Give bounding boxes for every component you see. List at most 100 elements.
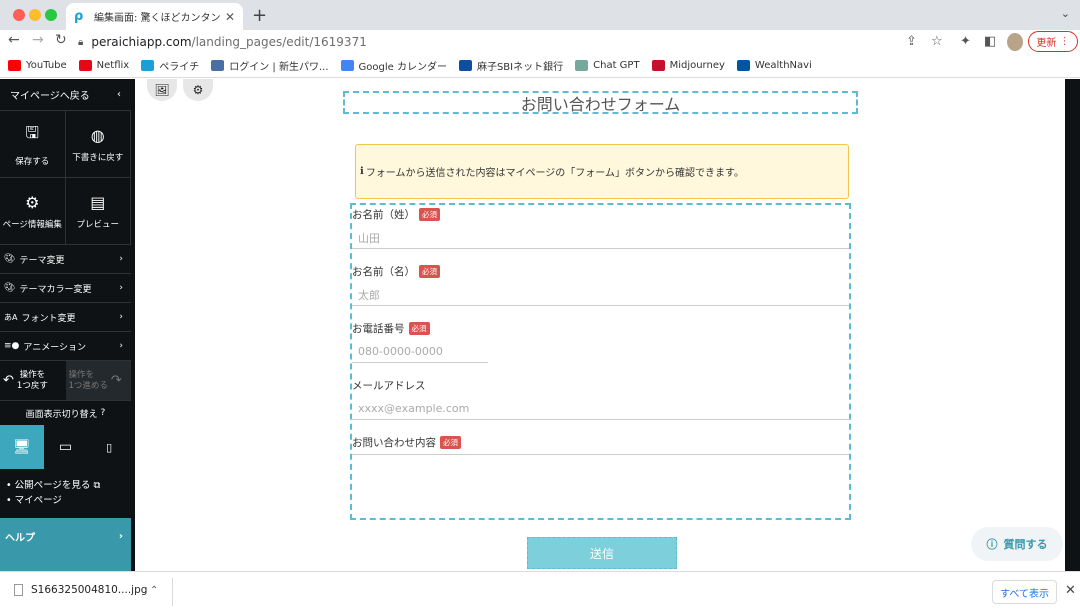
undo-label-2: 1つ戻す (16, 380, 48, 391)
form-title[interactable]: お問い合わせフォーム (343, 91, 858, 114)
last-name-field: お名前（姓） 必須 山田 (352, 207, 849, 249)
bookmark-item[interactable]: Chat GPT (575, 60, 640, 71)
mypage-link[interactable]: • マイページ (6, 493, 125, 508)
form-fields-block[interactable]: お名前（姓） 必須 山田 お名前（名） 必須 太郎 お電話番号 必須 080-0000… (350, 203, 851, 520)
tab-search-chevron-icon[interactable]: ⌄ (1061, 7, 1070, 20)
field-label: お問い合わせ内容 (352, 437, 436, 449)
chatgpt-icon (575, 60, 589, 71)
youtube-icon (8, 60, 21, 71)
bookmark-item[interactable]: Midjourney (651, 60, 725, 71)
extensions-puzzle-icon[interactable]: ✦ (960, 34, 971, 49)
display-switch-title: 画面表示切り替え ? (0, 401, 131, 425)
submit-button[interactable]: 送信 (527, 537, 677, 569)
address-bar[interactable]: 🔒︎ peraichiapp.com/landing_pages/edit/16… (78, 31, 950, 53)
back-arrow-icon[interactable]: ← (8, 32, 20, 48)
revert-draft-button[interactable]: ◍ 下書きに戻す (65, 111, 131, 178)
back-to-mypage-link[interactable]: マイページへ戻る ‹ (0, 79, 131, 111)
minimize-window-button[interactable] (29, 9, 41, 21)
bookmark-label: YouTube (26, 60, 67, 71)
menu-font-change[interactable]: あA フォント変更 › (0, 303, 131, 332)
font-icon: あA (4, 312, 18, 322)
last-name-input[interactable]: 山田 (352, 227, 849, 249)
gear-icon: ⚙ (192, 83, 204, 97)
calendar-icon (340, 60, 354, 71)
browser-tab-active[interactable]: ρ 編集画面: 驚くほどカンタン！無料 ✕ (66, 3, 243, 30)
divider (172, 578, 173, 606)
menu-theme-change[interactable]: 🎨︎ テーマ変更 › (0, 245, 131, 274)
browser-toolbar: ← → ↻ 🔒︎ peraichiapp.com/landing_pages/e… (0, 30, 1080, 54)
chevron-up-icon[interactable]: ⌃ (150, 585, 158, 596)
palette-icon: 🎨︎ (4, 283, 16, 293)
page-info-button[interactable]: ⚙ ページ情報編集 (0, 178, 66, 245)
bookmark-item[interactable]: ログイン | 新生パワ... (211, 58, 329, 73)
menu-theme-color-change[interactable]: 🎨︎ テーマカラー変更 › (0, 274, 131, 303)
chevron-right-icon: › (119, 312, 123, 322)
save-button[interactable]: 🖫 保存する (0, 111, 66, 178)
bookmark-label: ペライチ (159, 62, 200, 73)
midjourney-icon (651, 60, 665, 71)
phone-input[interactable]: 080-0000-0000 (352, 341, 488, 363)
desktop-view-button[interactable]: 🖥︎ (0, 425, 44, 469)
mobile-view-button[interactable]: ▯ (87, 425, 131, 469)
help-menu[interactable]: ヘルプ › (0, 518, 131, 554)
required-badge: 必須 (408, 322, 430, 335)
side-panel-icon[interactable]: ◧ (984, 34, 996, 49)
bookmark-item[interactable]: WealthNavi (736, 60, 812, 71)
forward-arrow-icon[interactable]: → (32, 32, 44, 48)
download-file-name: S166325004810....jpg (31, 584, 148, 596)
bookmark-label: 麻子SBIネット銀行 (476, 62, 564, 73)
netflix-icon (78, 60, 92, 71)
first-name-input[interactable]: 太郎 (352, 284, 849, 306)
show-all-button[interactable]: すべて表示 (992, 580, 1057, 604)
chevron-right-icon: › (118, 530, 123, 542)
bookmark-item[interactable]: 麻子SBIネット銀行 (458, 58, 564, 73)
chevron-right-icon: › (119, 283, 123, 293)
tablet-icon: ▭ (58, 439, 73, 455)
inquiry-field: お問い合わせ内容 必須 (352, 435, 849, 515)
field-label: お名前（姓） (352, 209, 415, 221)
maximize-window-button[interactable] (45, 9, 57, 21)
public-page-link-label: 公開ページを見る (14, 480, 91, 491)
menu-animation[interactable]: ≡● アニメーション › (0, 332, 131, 361)
history-icon: ◍ (90, 125, 105, 145)
bookmark-label: Midjourney (669, 60, 725, 71)
bookmark-item[interactable]: ペライチ (141, 58, 199, 73)
help-circle-icon[interactable]: ? (101, 408, 106, 418)
redo-label-1: 操作を (68, 369, 95, 380)
share-icon[interactable]: ⇪ (906, 34, 917, 49)
editor-sidebar: マイページへ戻る ‹ 🖫 保存する ◍ 下書きに戻す ⚙ ページ情報編集 ▤ プ… (0, 79, 131, 571)
ask-question-button[interactable]: ⓘ 質問する (971, 527, 1063, 561)
download-item[interactable]: S166325004810....jpg (14, 584, 147, 596)
peraichi-favicon-icon: ρ (74, 8, 84, 24)
email-input[interactable]: xxxx@example.com (352, 398, 849, 420)
canvas-right-edge (1065, 79, 1080, 571)
save-label: 保存する (15, 156, 50, 167)
preview-button[interactable]: ▤ プレビュー (65, 178, 131, 245)
bookmark-label: WealthNavi (754, 60, 812, 71)
close-icon[interactable]: ✕ (1065, 583, 1076, 598)
reload-icon[interactable]: ↻ (55, 32, 67, 48)
show-all-label: すべて表示 (1000, 588, 1049, 600)
public-page-link[interactable]: • 公開ページを見る ⧉ (6, 478, 125, 493)
chevron-right-icon: › (119, 254, 123, 264)
login-icon (211, 60, 225, 71)
bookmark-star-icon[interactable]: ☆ (931, 34, 943, 49)
close-window-button[interactable] (13, 9, 25, 21)
chevron-right-icon: › (119, 341, 123, 351)
mobile-icon: ▯ (106, 440, 113, 454)
profile-avatar[interactable] (1007, 33, 1023, 51)
bookmark-item[interactable]: Netflix (78, 60, 129, 71)
inquiry-textarea[interactable] (352, 455, 849, 515)
bookmark-item[interactable]: Google カレンダー (340, 58, 447, 73)
close-tab-icon[interactable]: ✕ (225, 10, 235, 24)
undo-button[interactable]: ↶ 操作を 1つ戻す (0, 361, 66, 400)
bookmark-item[interactable]: YouTube (8, 60, 67, 71)
tablet-view-button[interactable]: ▭ (44, 425, 88, 469)
new-tab-icon[interactable]: + (252, 5, 267, 26)
update-button[interactable]: 更新 ⋮ (1028, 31, 1078, 52)
form-title-text: お問い合わせフォーム (520, 94, 681, 114)
tab-title: 編集画面: 驚くほどカンタン！無料 (94, 13, 221, 24)
redo-button[interactable]: 操作を 1つ進める ↷ (65, 361, 131, 400)
preview-icon: ▤ (90, 192, 106, 212)
ask-question-label: 質問する (1003, 538, 1048, 551)
